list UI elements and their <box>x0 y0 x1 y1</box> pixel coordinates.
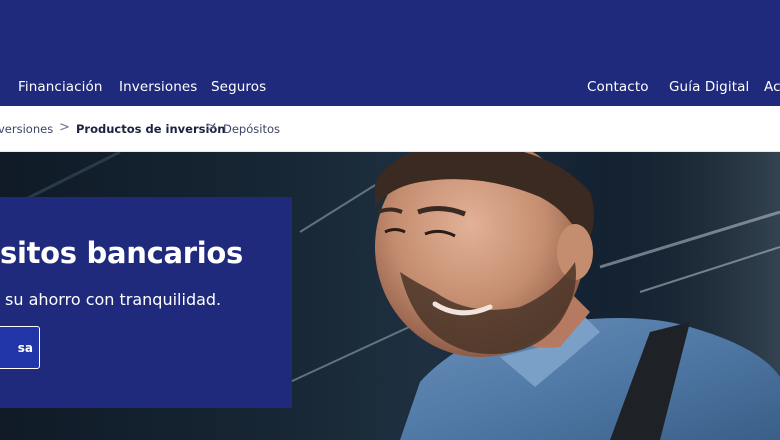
hero-subtitle: su ahorro con tranquilidad. <box>5 290 222 309</box>
nav-item-truncated[interactable]: Ac <box>764 79 780 95</box>
nav-item-financiacion[interactable]: Financiación <box>18 79 103 95</box>
breadcrumb-item-current: Depósitos <box>223 122 280 136</box>
nav-item-contacto[interactable]: Contacto <box>587 79 649 95</box>
top-navigation: Financiación Inversiones Seguros Contact… <box>0 0 780 106</box>
nav-item-inversiones[interactable]: Inversiones <box>119 79 197 95</box>
nav-item-guia-digital[interactable]: Guía Digital <box>669 79 749 95</box>
hero-card: sitos bancarios su ahorro con tranquilid… <box>0 197 292 408</box>
breadcrumb: versiones > Productos de inversión > Dep… <box>0 106 780 152</box>
breadcrumb-item-productos[interactable]: Productos de inversión <box>76 122 226 136</box>
hero-banner: sitos bancarios su ahorro con tranquilid… <box>0 152 780 440</box>
hero-cta-button[interactable]: sa <box>0 326 40 369</box>
nav-item-seguros[interactable]: Seguros <box>211 79 266 95</box>
hero-title: sitos bancarios <box>0 236 244 270</box>
breadcrumb-item-inversiones[interactable]: versiones <box>0 122 53 136</box>
chevron-right-icon: > <box>59 120 70 135</box>
chevron-right-icon: > <box>206 120 217 135</box>
